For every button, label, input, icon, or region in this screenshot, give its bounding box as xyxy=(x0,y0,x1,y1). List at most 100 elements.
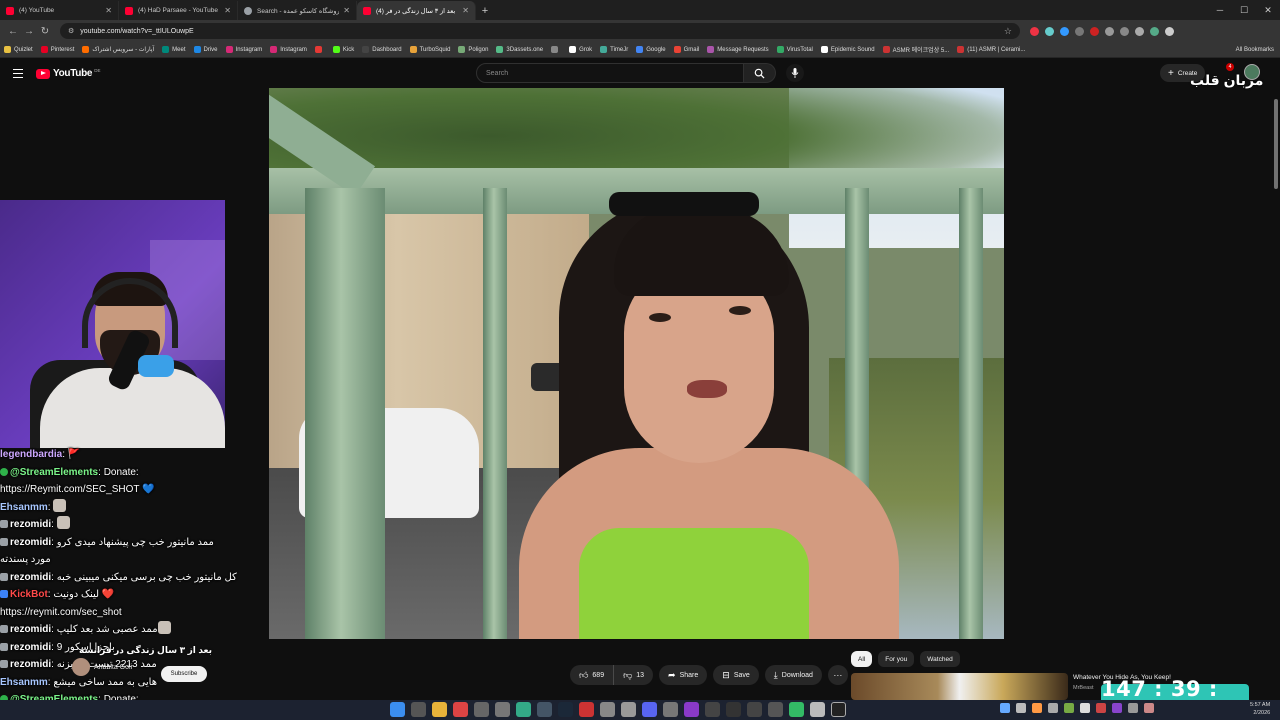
bookmark-item[interactable]: Meet xyxy=(162,46,186,53)
bookmark-item[interactable]: Instagram xyxy=(225,46,262,53)
extension-icon[interactable] xyxy=(1090,26,1099,36)
app-icon[interactable] xyxy=(810,702,825,717)
bookmark-item[interactable]: Pinterest xyxy=(40,46,74,53)
bookmark-item[interactable]: Google xyxy=(636,46,666,53)
bookmark-item[interactable]: Dashboard xyxy=(362,46,402,53)
extension-icon[interactable] xyxy=(1135,26,1144,36)
close-window-icon[interactable]: ✕ xyxy=(1256,5,1280,16)
bookmark-item[interactable]: Poligon xyxy=(458,46,488,53)
bookmark-item[interactable]: Kick xyxy=(332,46,354,53)
maximize-icon[interactable]: ☐ xyxy=(1232,5,1256,16)
forward-icon[interactable]: → xyxy=(22,26,36,37)
app-icon[interactable] xyxy=(747,702,762,717)
bookmark-item[interactable]: Quizlet xyxy=(4,46,33,53)
tray-icon[interactable] xyxy=(1096,703,1106,713)
bookmark-item[interactable]: 3Dassets.one xyxy=(496,46,543,53)
bookmark-item[interactable] xyxy=(314,46,325,53)
more-actions-button[interactable]: ··· xyxy=(827,665,848,685)
channel-name[interactable]: Anahita Goli xyxy=(94,664,132,671)
discord-icon[interactable] xyxy=(642,702,657,717)
tray-icon[interactable] xyxy=(1112,703,1122,713)
play-icon[interactable] xyxy=(831,702,846,717)
reload-icon[interactable]: ↻ xyxy=(38,26,52,37)
close-icon[interactable]: ✕ xyxy=(343,6,350,15)
save-button[interactable]: ⊟ Save xyxy=(713,665,759,685)
browser-tab[interactable]: (4) YouTube ✕ xyxy=(0,1,119,20)
search-button[interactable] xyxy=(744,63,776,83)
browser-tab[interactable]: (4) HaD Parsaee - YouTube ✕ xyxy=(119,1,238,20)
voice-search-button[interactable] xyxy=(786,64,804,82)
tray-icon[interactable] xyxy=(1032,703,1042,713)
bookmark-star-icon[interactable]: ☆ xyxy=(1004,26,1012,37)
extension-icon[interactable] xyxy=(1075,26,1084,36)
taskbar-clock[interactable]: 5:57 AM 2/2026 xyxy=(1250,701,1270,717)
scroll-thumb[interactable] xyxy=(1274,99,1278,189)
bookmark-item[interactable]: TimeJr xyxy=(600,46,628,53)
app-icon[interactable] xyxy=(579,702,594,717)
app-icon[interactable] xyxy=(537,702,552,717)
url-field[interactable]: ⚙ youtube.com/watch?v=_ttIULOuwpE ☆ xyxy=(60,23,1020,39)
channel-avatar[interactable] xyxy=(72,658,90,676)
app-icon[interactable] xyxy=(663,702,678,717)
bookmark-item[interactable]: آپارات - سرویس اشتراک xyxy=(82,46,154,53)
start-icon[interactable] xyxy=(390,702,405,717)
browser-tab[interactable]: Search - فروشگاه کاسکو عمده ✕ xyxy=(238,1,357,20)
video-player[interactable] xyxy=(269,88,1004,639)
tray-icon[interactable] xyxy=(1048,703,1058,713)
app-icon[interactable] xyxy=(600,702,615,717)
bookmark-item[interactable]: VirusTotal xyxy=(776,46,813,53)
file-explorer-icon[interactable] xyxy=(432,702,447,717)
settings-icon[interactable] xyxy=(495,702,510,717)
recommendation-channel[interactable]: MrBeast xyxy=(1073,685,1093,691)
extension-icon[interactable] xyxy=(1045,26,1054,36)
page-scrollbar[interactable] xyxy=(1272,89,1280,689)
extension-icon[interactable] xyxy=(1060,26,1069,36)
bookmark-item[interactable]: Drive xyxy=(193,46,218,53)
share-button[interactable]: ➦ Share xyxy=(659,665,708,685)
site-info-icon[interactable]: ⚙ xyxy=(68,27,74,35)
back-icon[interactable]: ← xyxy=(6,26,20,37)
bookmark-item[interactable]: (11) ASMR | Cerami... xyxy=(957,46,1025,53)
profile-icon[interactable] xyxy=(1150,26,1159,36)
bookmark-item[interactable]: ASMR 메이크업상 5... xyxy=(882,45,949,54)
bookmark-item[interactable]: Grok xyxy=(569,46,592,53)
chip-all[interactable]: All xyxy=(851,651,873,667)
browser-tab-active[interactable]: (4) بعد از ۳ سال زندگی در فر ✕ xyxy=(357,1,476,20)
tray-icon[interactable] xyxy=(1064,703,1074,713)
chrome-icon[interactable] xyxy=(516,702,531,717)
app-icon[interactable] xyxy=(621,702,636,717)
search-icon[interactable] xyxy=(411,702,426,717)
chip-for-you[interactable]: For you xyxy=(878,651,915,667)
minimize-icon[interactable]: ─ xyxy=(1208,5,1232,15)
puzzle-icon[interactable] xyxy=(1105,26,1114,36)
bookmark-item[interactable] xyxy=(551,46,561,53)
close-icon[interactable]: ✕ xyxy=(105,6,112,15)
notification-badge[interactable]: 4 xyxy=(1226,63,1234,71)
tray-icon[interactable] xyxy=(1016,703,1026,713)
close-icon[interactable]: ✕ xyxy=(462,6,469,15)
bookmark-item[interactable]: Message Requests xyxy=(707,46,769,53)
search-input[interactable]: Search xyxy=(476,63,744,83)
tray-icon[interactable] xyxy=(1080,703,1090,713)
recommendation-thumbnail[interactable] xyxy=(851,673,1068,700)
download-button[interactable]: ⤓ Download xyxy=(764,665,822,685)
tray-icon[interactable] xyxy=(1000,703,1010,713)
steam-icon[interactable] xyxy=(558,702,573,717)
bookmark-item[interactable]: Epidemic Sound xyxy=(820,46,875,53)
app-icon[interactable] xyxy=(768,702,783,717)
app-icon[interactable] xyxy=(684,702,699,717)
menu-icon[interactable] xyxy=(13,69,23,78)
like-button[interactable]: 👍︎ 689 xyxy=(570,665,615,685)
dislike-button[interactable]: 👎︎ 13 xyxy=(614,665,653,685)
extension-icon[interactable] xyxy=(1120,26,1129,36)
new-tab-button[interactable]: + xyxy=(476,1,494,20)
tray-icon[interactable] xyxy=(1128,703,1138,713)
close-icon[interactable]: ✕ xyxy=(224,6,231,15)
app-icon[interactable] xyxy=(726,702,741,717)
all-bookmarks-button[interactable]: All Bookmarks xyxy=(1229,42,1274,57)
chip-watched[interactable]: Watched xyxy=(920,651,960,667)
app-icon[interactable] xyxy=(705,702,720,717)
bookmark-item[interactable]: Gmail xyxy=(673,46,699,53)
extension-icon[interactable] xyxy=(1030,26,1039,36)
youtube-logo[interactable]: YouTube DE xyxy=(36,68,100,79)
